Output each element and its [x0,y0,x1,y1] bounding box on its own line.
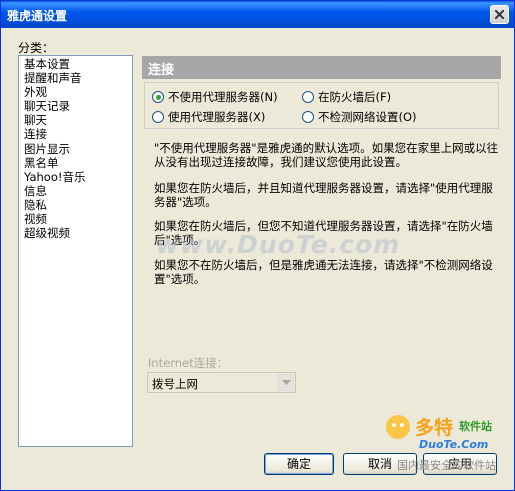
radio-label: 不使用代理服务器(N) [168,90,278,104]
description-no-check: 如果您不在防火墙后，但是雅虎通无法连接，请选择"不检测网络设置"选项。 [154,258,493,286]
logo-text-main: 多特 [415,417,454,439]
internet-connection-label: Internet连接： [148,356,229,370]
settings-dialog: 雅虎通设置 分类： 基本设置 提醒和声音 外观 聊天记录 聊天 连接 图片显示 … [0,0,515,491]
radio-label: 使用代理服务器(X) [168,110,266,124]
category-item-chat-history[interactable]: 聊天记录 [24,99,132,113]
internet-connection-value: 拨号上网 [152,377,198,391]
category-item-chat[interactable]: 聊天 [24,113,132,127]
category-item-connection[interactable]: 连接 [24,127,132,141]
logo-text-slogan: 国内最安全的软件站 [397,459,496,472]
category-label: 分类： [18,41,55,55]
category-item-super-video[interactable]: 超级视频 [24,226,132,240]
chevron-down-icon [282,380,291,385]
category-item-alerts[interactable]: 提醒和声音 [24,71,132,85]
description-default: "不使用代理服务器"是雅虎通的默认选项。如果您在家里上网或以往从没有出现过连接故… [154,141,499,169]
radio-label: 在防火墙后(F) [318,90,392,104]
internet-connection-select: 拨号上网 [147,372,296,393]
category-list[interactable]: 基本设置 提醒和声音 外观 聊天记录 聊天 连接 图片显示 黑名单 Yahoo!… [18,55,133,447]
category-item-video[interactable]: 视频 [24,212,132,226]
category-item-privacy[interactable]: 隐私 [24,198,132,212]
mascot-icon [386,415,410,439]
watermark-text: www.DuoTe.com [156,230,401,259]
category-item-image-display[interactable]: 图片显示 [24,142,132,156]
category-item-blacklist[interactable]: 黑名单 [24,156,132,170]
logo-text-sub: 软件站 [459,420,492,433]
radio-behind-firewall[interactable]: 在防火墙后(F) [302,89,391,105]
radio-use-proxy[interactable]: 使用代理服务器(X) [152,109,265,125]
radio-no-network-check[interactable]: 不检测网络设置(O) [302,109,417,125]
connection-options: 不使用代理服务器(N) 在防火墙后(F) 使用代理服务器(X) 不检测网络设置(… [144,82,499,129]
radio-no-proxy[interactable]: 不使用代理服务器(N) [152,89,278,105]
category-item-messages[interactable]: 信息 [24,184,132,198]
dropdown-button [278,374,294,391]
logo-text-domain: DuoTe.Com [419,438,489,451]
radio-button[interactable] [302,91,314,103]
category-item-yahoo-music[interactable]: Yahoo!音乐 [24,170,132,184]
window-title: 雅虎通设置 [7,9,68,23]
radio-button[interactable] [302,111,314,123]
radio-button[interactable] [152,111,164,123]
category-item-appearance[interactable]: 外观 [24,85,132,99]
duote-logo-watermark: 多特 软件站 DuoTe.Com 国内最安全的软件站 [379,413,514,473]
section-title: 连接 [142,56,501,79]
radio-button-selected[interactable] [152,91,164,103]
description-use-proxy: 如果您在防火墙后，并且知道代理服务器设置，请选择"使用代理服务器"选项。 [154,181,493,209]
close-button[interactable] [490,5,509,24]
close-icon [495,10,504,19]
ok-button[interactable]: 确定 [264,453,334,475]
title-bar: 雅虎通设置 [1,1,514,28]
category-item-basic[interactable]: 基本设置 [24,57,132,71]
radio-label: 不检测网络设置(O) [318,110,417,124]
